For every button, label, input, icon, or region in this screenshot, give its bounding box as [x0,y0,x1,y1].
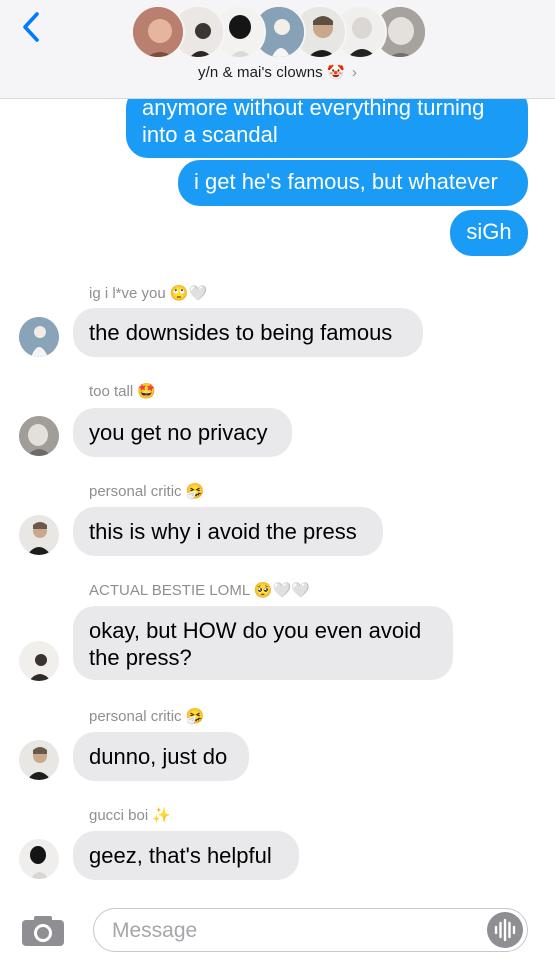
group-avatars[interactable] [131,5,427,61]
message-input[interactable] [110,915,474,947]
avatar [131,5,185,59]
camera-icon [22,916,64,946]
avatar[interactable] [19,416,59,456]
person-avatar-icon [133,7,183,57]
sender-emoji: ✨ [152,807,172,824]
back-button[interactable] [18,10,48,44]
message-text: i get he's famous, but whatever [194,169,498,194]
message-text: siGh [466,219,512,244]
sender-emoji: 🙄🤍 [169,285,208,302]
sender-emoji: 🤧 [185,483,205,500]
clown-emoji: 🤡 [327,64,345,80]
person-avatar-icon [19,416,59,456]
message-text: the downsides to being famous [89,320,393,345]
sender-emoji: 🥺🤍🤍 [253,582,310,599]
avatar[interactable] [19,317,59,357]
sender-name: too tall 🤩 [89,383,157,400]
avatar[interactable] [19,515,59,555]
person-avatar-icon [19,515,59,555]
outgoing-message[interactable]: siGh [450,210,528,256]
message-text: geez, that's helpful [89,843,272,868]
message-text: this is why i avoid the press [89,519,357,544]
message-composer [0,896,555,960]
incoming-message[interactable]: this is why i avoid the press [73,507,383,556]
incoming-message[interactable]: you get no privacy [73,408,292,457]
sender-name: personal critic 🤧 [89,708,205,725]
message-thread: anymore without everything turning into … [0,0,555,960]
message-text: dunno, just do [89,744,228,769]
person-avatar-icon [19,317,59,357]
message-text: you get no privacy [89,420,268,445]
incoming-message[interactable]: geez, that's helpful [73,831,299,880]
sender-name: ig i l*ve you 🙄🤍 [89,285,208,302]
message-text: okay, but HOW do you even avoid the pres… [89,618,422,670]
group-name[interactable]: y/n & mai's clowns 🤡 › [0,64,555,81]
message-field[interactable] [93,908,528,952]
incoming-message[interactable]: okay, but HOW do you even avoid the pres… [73,606,453,680]
audio-waveform-icon [494,918,516,942]
sender-name: gucci boi ✨ [89,807,172,824]
avatar[interactable] [19,839,59,879]
chevron-left-icon [23,12,39,42]
chevron-right-icon: › [351,64,357,81]
incoming-message[interactable]: dunno, just do [73,732,249,781]
camera-button[interactable] [20,914,66,948]
person-avatar-icon [19,641,59,681]
avatar[interactable] [19,740,59,780]
sender-name: personal critic 🤧 [89,483,205,500]
sender-emoji: 🤧 [185,708,205,725]
person-avatar-icon [19,740,59,780]
avatar[interactable] [19,641,59,681]
audio-message-button[interactable] [487,912,523,948]
sender-name: ACTUAL BESTIE LOML 🥺🤍🤍 [89,582,310,599]
outgoing-message[interactable]: i get he's famous, but whatever [178,160,528,206]
conversation-header: y/n & mai's clowns 🤡 › [0,0,555,99]
person-avatar-icon [19,839,59,879]
message-text: into a scandal [142,122,278,147]
incoming-message[interactable]: the downsides to being famous [73,308,423,357]
group-name-text: y/n & mai's clowns [198,64,323,81]
sender-emoji: 🤩 [137,383,157,400]
